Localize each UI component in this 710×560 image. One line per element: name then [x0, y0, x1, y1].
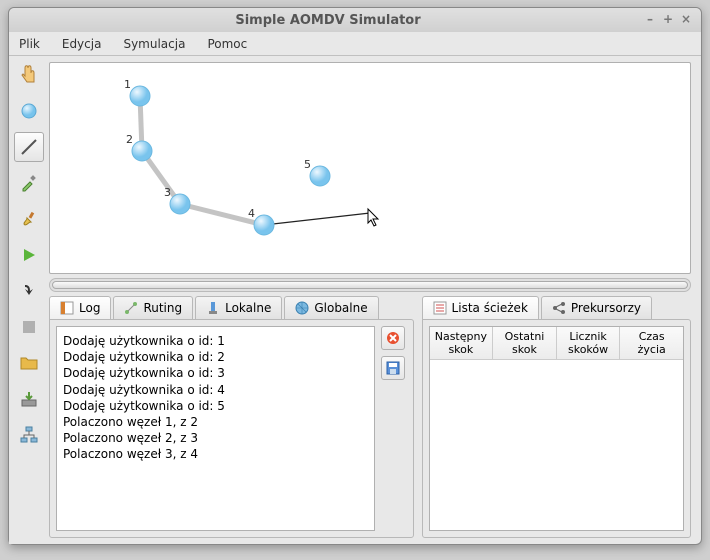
drawing-line	[264, 213, 370, 225]
menu-edycja[interactable]: Edycja	[58, 35, 106, 53]
tab-globalne[interactable]: Globalne	[284, 296, 378, 319]
tab-lista-sciezek[interactable]: Lista ścieżek	[422, 296, 539, 319]
tab-prekursorzy[interactable]: Prekursorzy	[541, 296, 652, 319]
log-output[interactable]: Dodaję użytkownika o id: 1Dodaję użytkow…	[56, 326, 375, 531]
th-last-hop[interactable]: Ostatni skok	[493, 327, 557, 360]
node-label-3: 3	[164, 186, 171, 199]
maximize-icon[interactable]: +	[661, 13, 675, 27]
menubar: Plik Edycja Symulacja Pomoc	[9, 32, 701, 56]
tab-log[interactable]: Log	[49, 296, 111, 319]
clear-log-button[interactable]	[381, 326, 405, 350]
simulation-canvas[interactable]: 1 2 3 4 5	[49, 62, 691, 274]
log-icon	[60, 301, 74, 315]
tab-prekursorzy-label: Prekursorzy	[571, 301, 641, 315]
node-2[interactable]	[132, 141, 152, 161]
node-label-2: 2	[126, 133, 133, 146]
menu-symulacja[interactable]: Symulacja	[119, 35, 189, 53]
brush-icon[interactable]	[14, 204, 44, 234]
log-line: Dodaję użytkownika o id: 1	[63, 333, 368, 349]
node-label-4: 4	[248, 207, 255, 220]
node-label-1: 1	[124, 78, 131, 91]
node-icon[interactable]	[14, 96, 44, 126]
close-icon[interactable]: ×	[679, 13, 693, 27]
th-next-hop[interactable]: Następny skok	[430, 327, 494, 360]
minimize-icon[interactable]: –	[643, 13, 657, 27]
scrollbar-thumb[interactable]	[52, 281, 688, 289]
tab-lokalne[interactable]: Lokalne	[195, 296, 282, 319]
global-icon	[295, 301, 309, 315]
node-label-5: 5	[304, 158, 311, 171]
step-icon[interactable]	[14, 276, 44, 306]
local-icon	[206, 301, 220, 315]
tab-globalne-label: Globalne	[314, 301, 367, 315]
titlebar: Simple AOMDV Simulator – + ×	[9, 8, 701, 32]
eyedropper-icon[interactable]	[14, 168, 44, 198]
network-icon[interactable]	[14, 420, 44, 450]
log-line: Polaczono węzeł 3, z 4	[63, 446, 368, 462]
tab-lokalne-label: Lokalne	[225, 301, 271, 315]
stop-icon[interactable]	[14, 312, 44, 342]
log-line: Dodaję użytkownika o id: 3	[63, 365, 368, 381]
side-toolbar	[9, 56, 49, 544]
tab-ruting[interactable]: Ruting	[113, 296, 193, 319]
cursor-icon	[368, 209, 378, 226]
pathlist-icon	[433, 301, 447, 315]
open-icon[interactable]	[14, 348, 44, 378]
log-line: Polaczono węzeł 1, z 2	[63, 414, 368, 430]
tab-ruting-label: Ruting	[143, 301, 182, 315]
th-hop-count[interactable]: Licznik skoków	[557, 327, 621, 360]
app-window: Simple AOMDV Simulator – + × Plik Edycja…	[8, 7, 702, 545]
routing-icon	[124, 301, 138, 315]
link-icon[interactable]	[14, 132, 44, 162]
table-header: Następny skok Ostatni skok Licznik skokó…	[430, 327, 683, 360]
log-line: Dodaję użytkownika o id: 5	[63, 398, 368, 414]
log-line: Dodaję użytkownika o id: 2	[63, 349, 368, 365]
right-tabs: Lista ścieżek Prekursorzy	[422, 296, 691, 319]
save-log-button[interactable]	[381, 356, 405, 380]
tab-lista-label: Lista ścieżek	[452, 301, 528, 315]
canvas-scrollbar[interactable]	[49, 278, 691, 292]
tab-log-label: Log	[79, 301, 100, 315]
node-5[interactable]	[310, 166, 330, 186]
node-4[interactable]	[254, 215, 274, 235]
hand-icon[interactable]	[14, 60, 44, 90]
save-icon[interactable]	[14, 384, 44, 414]
menu-pomoc[interactable]: Pomoc	[203, 35, 251, 53]
log-line: Polaczono węzeł 2, z 3	[63, 430, 368, 446]
node-1[interactable]	[130, 86, 150, 106]
menu-plik[interactable]: Plik	[15, 35, 44, 53]
left-tabs: Log Ruting Lokalne Globalne	[49, 296, 414, 319]
play-icon[interactable]	[14, 240, 44, 270]
window-title: Simple AOMDV Simulator	[17, 13, 639, 28]
paths-table[interactable]: Następny skok Ostatni skok Licznik skokó…	[429, 326, 684, 531]
share-icon	[552, 301, 566, 315]
log-line: Dodaję użytkownika o id: 4	[63, 382, 368, 398]
node-3[interactable]	[170, 194, 190, 214]
th-ttl[interactable]: Czas życia	[620, 327, 683, 360]
